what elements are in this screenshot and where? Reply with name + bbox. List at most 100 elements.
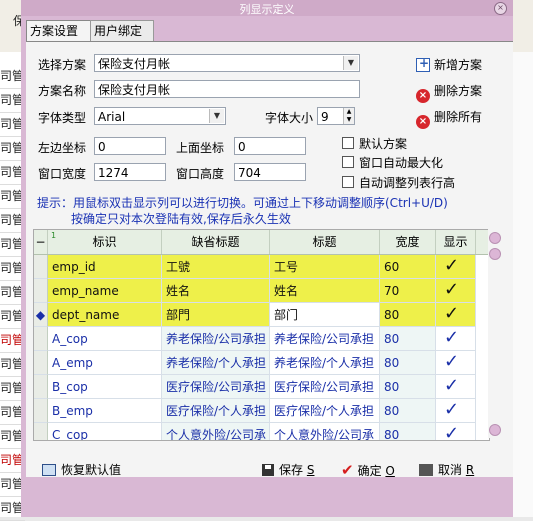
cell-width[interactable]: 80 bbox=[380, 303, 436, 327]
table-row[interactable]: A_emp 养老保险/个人承担 养老保险/个人承担 80 ✓ bbox=[34, 351, 489, 375]
font-type-label: 字体类型 bbox=[38, 111, 87, 125]
row-indicator[interactable] bbox=[34, 327, 48, 351]
row-indicator[interactable] bbox=[34, 375, 48, 399]
column-header-default-title[interactable]: 缺省标题 bbox=[162, 230, 270, 254]
auto-row-height-checkbox[interactable]: 自动调整列表行高 bbox=[342, 174, 455, 191]
row-indicator[interactable] bbox=[34, 279, 48, 303]
auto-maximize-checkbox[interactable]: 窗口自动最大化 bbox=[342, 154, 443, 171]
cell-title[interactable]: 医疗保险/公司承担 bbox=[270, 375, 380, 399]
table-row[interactable]: B_cop 医疗保险/公司承担 医疗保险/公司承担 80 ✓ bbox=[34, 375, 489, 399]
window-width-field[interactable]: 1274 bbox=[94, 163, 166, 181]
cell-width[interactable]: 80 bbox=[380, 399, 436, 423]
cell-id[interactable]: A_cop bbox=[48, 327, 162, 351]
cell-id[interactable]: B_cop bbox=[48, 375, 162, 399]
save-button[interactable]: 保存 S bbox=[262, 461, 314, 478]
cell-id[interactable]: emp_id bbox=[48, 255, 162, 279]
chevron-down-icon[interactable]: ▼ bbox=[343, 56, 358, 70]
restore-defaults-button[interactable]: 恢复默认值 bbox=[42, 461, 121, 478]
dialog-title: 列显示定义 bbox=[239, 3, 295, 16]
row-indicator[interactable]: ◆ bbox=[34, 303, 48, 327]
cell-width[interactable]: 80 bbox=[380, 327, 436, 351]
cell-title[interactable]: 个人意外险/公司承 bbox=[270, 423, 380, 440]
table-row[interactable]: C_cop 个人意外险/公司承 个人意外险/公司承 80 ✓ bbox=[34, 423, 489, 440]
default-scheme-checkbox[interactable]: 默认方案 bbox=[342, 135, 407, 152]
table-row[interactable]: A_cop 养老保险/公司承担 养老保险/公司承担 80 ✓ bbox=[34, 327, 489, 351]
cell-default-title[interactable]: 医疗保险/个人承担 bbox=[162, 399, 270, 423]
cell-title[interactable]: 部门 bbox=[270, 303, 380, 327]
row-indicator[interactable] bbox=[34, 351, 48, 375]
scroll-down-handle[interactable] bbox=[489, 424, 501, 436]
tab-scheme-settings[interactable]: 方案设置 bbox=[26, 20, 94, 42]
delete-all-button[interactable]: × 删除所有 bbox=[416, 108, 482, 129]
column-header-title[interactable]: 标题 bbox=[270, 230, 380, 254]
cell-default-title[interactable]: 个人意外险/公司承 bbox=[162, 423, 270, 440]
scroll-up-handle[interactable] bbox=[489, 232, 501, 244]
cancel-button[interactable]: 取消 R bbox=[419, 461, 474, 478]
cell-default-title[interactable]: 工號 bbox=[162, 255, 270, 279]
cell-width[interactable]: 80 bbox=[380, 375, 436, 399]
grid-scrollbar[interactable] bbox=[488, 228, 502, 438]
cell-id[interactable]: dept_name bbox=[48, 303, 162, 327]
checkbox-box[interactable] bbox=[342, 176, 354, 188]
cell-width[interactable]: 60 bbox=[380, 255, 436, 279]
cell-default-title[interactable]: 部門 bbox=[162, 303, 270, 327]
column-header-show[interactable]: 显示 bbox=[436, 230, 476, 254]
add-scheme-button[interactable]: 新增方案 bbox=[416, 56, 482, 73]
cell-default-title[interactable]: 医疗保险/公司承担 bbox=[162, 375, 270, 399]
left-coordinate-label: 左边坐标 bbox=[38, 141, 87, 155]
show-checkmark-icon[interactable]: ✓ bbox=[436, 351, 476, 375]
show-checkmark-icon[interactable]: ✓ bbox=[436, 399, 476, 423]
left-coordinate-field[interactable]: 0 bbox=[94, 137, 166, 155]
grid-header-marker[interactable]: − bbox=[34, 230, 48, 254]
show-checkmark-icon[interactable]: ✓ bbox=[436, 303, 476, 327]
cell-id[interactable]: A_emp bbox=[48, 351, 162, 375]
top-coordinate-field[interactable]: 0 bbox=[234, 137, 306, 155]
left-coordinate-value: 0 bbox=[98, 140, 106, 154]
cell-default-title[interactable]: 养老保险/公司承担 bbox=[162, 327, 270, 351]
cell-id[interactable]: C_cop bbox=[48, 423, 162, 440]
restore-defaults-label: 恢复默认值 bbox=[61, 463, 122, 477]
column-header-id[interactable]: 1 标识 bbox=[48, 230, 162, 254]
delete-scheme-button[interactable]: × 删除方案 bbox=[416, 82, 482, 103]
row-indicator[interactable] bbox=[34, 255, 48, 279]
table-row[interactable]: B_emp 医疗保险/个人承担 医疗保险/个人承担 80 ✓ bbox=[34, 399, 489, 423]
checkbox-box[interactable] bbox=[342, 137, 354, 149]
table-row[interactable]: emp_name 姓名 姓名 70 ✓ bbox=[34, 279, 489, 303]
cell-width[interactable]: 80 bbox=[380, 351, 436, 375]
checkmark-icon: ✔ bbox=[341, 461, 354, 479]
checkbox-box[interactable] bbox=[342, 156, 354, 168]
show-checkmark-icon[interactable]: ✓ bbox=[436, 255, 476, 279]
show-checkmark-icon[interactable]: ✓ bbox=[436, 279, 476, 303]
font-type-select[interactable]: Arial ▼ bbox=[94, 107, 226, 125]
cell-title[interactable]: 工号 bbox=[270, 255, 380, 279]
column-grid[interactable]: − 1 标识 缺省标题 标题 宽度 显示 emp_id 工號 工号 60 ✓ emp_na… bbox=[33, 229, 490, 441]
ok-button[interactable]: ✔ 确定 O bbox=[341, 461, 395, 479]
scheme-select[interactable]: 保险支付月帐 ▼ bbox=[94, 54, 360, 72]
font-size-spinner[interactable]: 9 ▲ ▼ bbox=[317, 107, 355, 125]
cell-title[interactable]: 养老保险/个人承担 bbox=[270, 351, 380, 375]
table-row[interactable]: ◆ dept_name 部門 部门 80 ✓ bbox=[34, 303, 489, 327]
cell-default-title[interactable]: 姓名 bbox=[162, 279, 270, 303]
cell-title[interactable]: 医疗保险/个人承担 bbox=[270, 399, 380, 423]
scroll-thumb[interactable] bbox=[489, 248, 501, 260]
show-checkmark-icon[interactable]: ✓ bbox=[436, 423, 476, 440]
cell-width[interactable]: 70 bbox=[380, 279, 436, 303]
close-icon[interactable]: × bbox=[494, 2, 507, 15]
table-row[interactable]: emp_id 工號 工号 60 ✓ bbox=[34, 255, 489, 279]
row-indicator[interactable] bbox=[34, 423, 48, 440]
window-height-field[interactable]: 704 bbox=[234, 163, 306, 181]
cell-default-title[interactable]: 养老保险/个人承担 bbox=[162, 351, 270, 375]
cell-title[interactable]: 姓名 bbox=[270, 279, 380, 303]
row-indicator[interactable] bbox=[34, 399, 48, 423]
cell-id[interactable]: emp_name bbox=[48, 279, 162, 303]
cell-title[interactable]: 养老保险/公司承担 bbox=[270, 327, 380, 351]
cell-id[interactable]: B_emp bbox=[48, 399, 162, 423]
spinner-arrows-icon[interactable]: ▲ ▼ bbox=[343, 108, 354, 124]
column-header-width[interactable]: 宽度 bbox=[380, 230, 436, 254]
show-checkmark-icon[interactable]: ✓ bbox=[436, 327, 476, 351]
show-checkmark-icon[interactable]: ✓ bbox=[436, 375, 476, 399]
scheme-name-field[interactable]: 保险支付月帐 bbox=[94, 80, 360, 98]
cell-width[interactable]: 80 bbox=[380, 423, 436, 440]
chevron-down-icon[interactable]: ▼ bbox=[209, 109, 224, 123]
tab-user-binding[interactable]: 用户绑定 bbox=[90, 20, 154, 42]
